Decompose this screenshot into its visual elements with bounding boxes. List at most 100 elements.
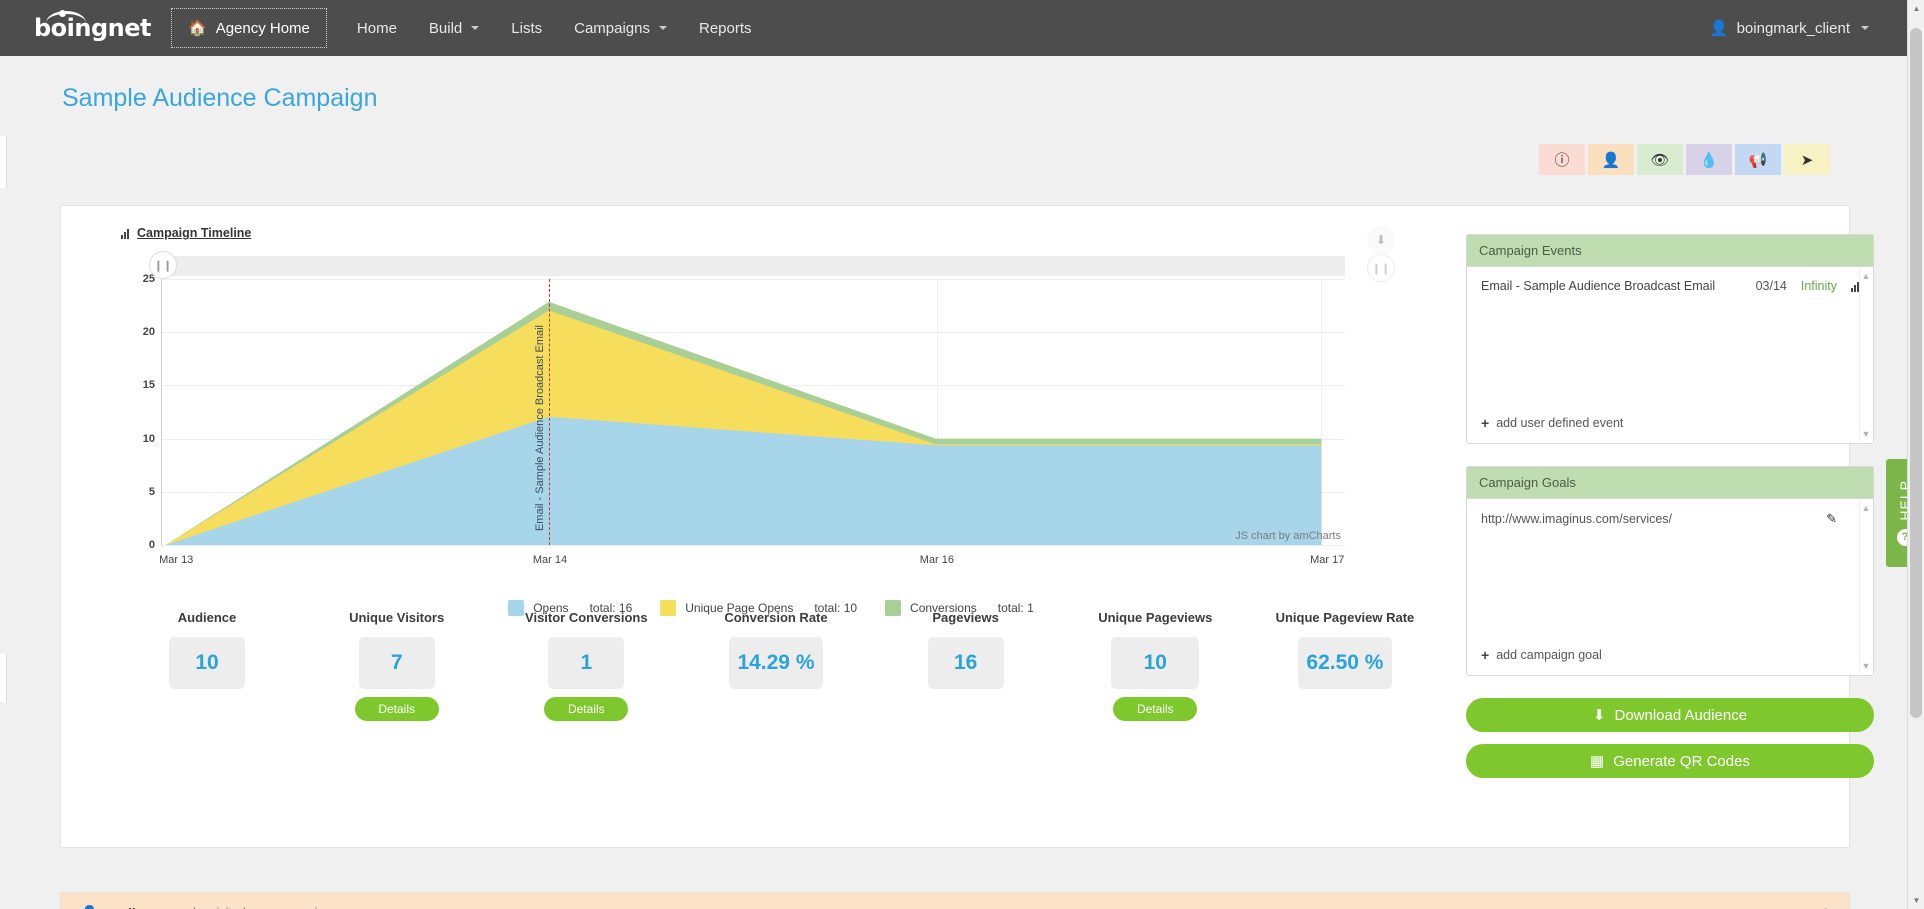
x-tick: Mar 17 [1310, 554, 1345, 566]
metrics-row: Audience 10 Unique Visitors 7 Details Vi… [131, 591, 1421, 721]
x-tick: Mar 13 [159, 554, 194, 566]
user-avatar-icon: 👤 [1709, 20, 1729, 37]
metric-value: 1 [548, 637, 625, 689]
metric-value: 10 [169, 637, 245, 689]
chart-title-row: Campaign Timeline [121, 226, 1421, 240]
metric-visitor-conversions: Visitor Conversions 1 Details [510, 591, 662, 721]
add-user-defined-event-link[interactable]: + add user defined event [1481, 415, 1623, 431]
nav-item-reports[interactable]: Reports [683, 10, 768, 47]
collapse-chevron-up-icon[interactable]: ^ [1822, 905, 1829, 909]
logo-dot-icon [59, 10, 66, 17]
campaign-goals-card: Campaign Goals http://www.imaginus.com/s… [1466, 466, 1874, 676]
campaign-action-icons: ⓘ 👤 👁 💧 📢 ➤ [1539, 144, 1830, 175]
nav-item-reports-label: Reports [699, 19, 752, 37]
x-tick: Mar 14 [532, 554, 568, 566]
metric-value: 7 [358, 637, 435, 689]
generate-qr-codes-label: Generate QR Codes [1613, 752, 1750, 770]
download-audience-button[interactable]: ⬇ Download Audience [1466, 698, 1874, 732]
nav-item-home[interactable]: Home [341, 10, 413, 47]
metric-label: Visitor Conversions [525, 610, 648, 626]
scroll-down-arrow-icon[interactable]: ▼ [1908, 892, 1924, 909]
download-audience-label: Download Audience [1614, 706, 1748, 724]
nav-item-build[interactable]: Build [413, 10, 495, 47]
left-edge-marker [0, 136, 7, 188]
campaign-events-card: Campaign Events Email - Sample Audience … [1466, 234, 1874, 444]
plus-icon: + [1481, 647, 1490, 663]
info-icon[interactable]: ⓘ [1539, 144, 1585, 175]
chevron-down-icon [1861, 26, 1869, 30]
campaign-timeline-chart: Campaign Timeline ❙❙ ⬇ ❙❙ 25 20 15 10 5 … [121, 226, 1421, 616]
nav-item-lists[interactable]: Lists [495, 10, 558, 47]
metric-label: Unique Pageviews [1098, 610, 1213, 626]
campaign-events-scrollbar[interactable]: ▲ ▼ [1859, 268, 1872, 442]
nav-agency-home[interactable]: 🏠 Agency Home [171, 8, 327, 48]
side-panels: Campaign Events Email - Sample Audience … [1466, 234, 1874, 790]
visitor-conversions-details-button[interactable]: Details [544, 697, 629, 721]
generate-qr-codes-button[interactable]: ▦ Generate QR Codes [1466, 744, 1874, 778]
top-navbar: boingnet 🏠 Agency Home Home Build Lists … [0, 0, 1924, 56]
chart-range-right-grip[interactable]: ❙❙ [1367, 254, 1395, 282]
campaign-overview-panel: Campaign Timeline ❙❙ ⬇ ❙❙ 25 20 15 10 5 … [60, 205, 1874, 848]
nav-item-build-label: Build [428, 19, 463, 37]
chevron-down-icon [659, 26, 667, 30]
metric-label: Unique Pageview Rate [1275, 610, 1415, 626]
campaign-goal-url[interactable]: http://www.imaginus.com/services/ [1481, 512, 1672, 526]
unique-pageviews-details-button[interactable]: Details [1113, 697, 1198, 721]
logo-swoosh-icon [46, 11, 86, 23]
nav-item-campaigns-label: Campaigns [574, 19, 650, 37]
qr-code-icon: ▦ [1590, 753, 1605, 770]
metric-label: Pageviews [932, 610, 999, 626]
amcharts-credit: JS chart by amCharts [1235, 530, 1341, 542]
add-user-defined-event-label: add user defined event [1496, 416, 1624, 430]
chart-range-left-grip[interactable]: ❙❙ [149, 251, 177, 279]
audience-section-header[interactable]: 👤 audience - who visited your campaign ^ [61, 893, 1849, 909]
y-tick: 5 [148, 485, 155, 498]
campaign-events-body: Email - Sample Audience Broadcast Email … [1467, 267, 1873, 443]
audience-header-left: 👤 audience - who visited your campaign [81, 905, 331, 909]
audience-section: 👤 audience - who visited your campaign ^… [60, 892, 1850, 909]
campaign-events-header: Campaign Events [1467, 235, 1873, 267]
nav-item-lists-label: Lists [511, 19, 543, 37]
megaphone-icon[interactable]: 📢 [1735, 144, 1781, 175]
left-edge-marker-2 [0, 654, 7, 702]
chevron-down-icon [471, 26, 480, 30]
campaign-event-status: Infinity [1800, 279, 1837, 293]
nav-item-home-label: Home [356, 19, 397, 37]
user-menu[interactable]: 👤 boingmark_client [1710, 0, 1869, 56]
droplet-icon[interactable]: 💧 [1686, 144, 1732, 175]
metric-unique-visitors: Unique Visitors 7 Details [321, 591, 473, 721]
x-tick: Mar 16 [919, 554, 954, 566]
chart-export-button[interactable]: ⬇ [1367, 226, 1395, 254]
add-campaign-goal-link[interactable]: + add campaign goal [1481, 647, 1602, 663]
chevron-up-icon: ▲ [1861, 503, 1871, 513]
chevron-up-icon: ▲ [1861, 271, 1871, 281]
download-icon: ⬇ [1592, 707, 1606, 724]
metric-pageviews: Pageviews 16 [890, 591, 1042, 689]
campaign-event-row[interactable]: Email - Sample Audience Broadcast Email … [1481, 279, 1859, 293]
person-icon[interactable]: 👤 [1588, 144, 1634, 175]
user-menu-label: boingmark_client [1736, 19, 1850, 37]
bar-chart-icon [121, 228, 129, 239]
metric-value: 62.50 % [1297, 637, 1392, 689]
brand-logo[interactable]: boingnet [34, 10, 152, 42]
eye-icon[interactable]: 👁 [1637, 144, 1683, 175]
unique-visitors-details-button[interactable]: Details [354, 697, 439, 721]
chevron-down-icon: ▼ [1861, 661, 1871, 671]
campaign-timeline-link[interactable]: Campaign Timeline [137, 226, 251, 240]
metric-label: Unique Visitors [349, 610, 445, 626]
nav-item-campaigns[interactable]: Campaigns [558, 10, 683, 47]
bar-chart-icon[interactable] [1851, 281, 1859, 292]
scrollbar-thumb[interactable] [1910, 28, 1922, 718]
metric-unique-pageview-rate: Unique Pageview Rate 62.50 % [1269, 591, 1421, 689]
y-tick: 20 [142, 326, 155, 339]
campaign-goals-scrollbar[interactable]: ▲ ▼ [1859, 500, 1872, 674]
page-title: Sample Audience Campaign [62, 84, 378, 112]
send-icon[interactable]: ➤ [1784, 144, 1830, 175]
chevron-down-icon: ▼ [1861, 429, 1871, 439]
event-marker-line: Email - Sample Audience Broadcast Email [534, 279, 550, 545]
scroll-up-arrow-icon[interactable]: ▲ [1908, 0, 1924, 17]
chart-range-scrollbar[interactable] [161, 256, 1345, 276]
browser-scrollbar[interactable]: ▲ ▼ [1907, 0, 1924, 909]
edit-icon[interactable]: ✎ [1826, 511, 1837, 527]
metric-label: Conversion Rate [724, 610, 828, 626]
